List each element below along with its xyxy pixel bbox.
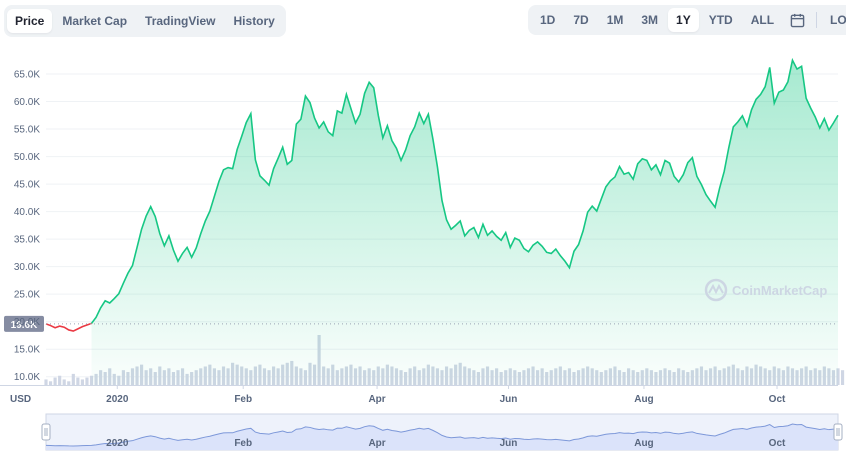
volume-bar (58, 375, 62, 385)
currency-label: USD (10, 394, 31, 405)
volume-bar (44, 379, 48, 385)
y-tick-label: 35.0K (14, 235, 40, 246)
navigator-left-handle[interactable] (41, 423, 51, 441)
x-tick-label: Aug (634, 394, 653, 405)
handle-body[interactable] (41, 423, 51, 441)
y-tick-label: 50.0K (14, 152, 40, 163)
y-tick-label: 15.0K (14, 345, 40, 356)
x-tick-label: Feb (234, 394, 252, 405)
x-tick-label: Oct (769, 394, 786, 405)
volume-bar (62, 379, 66, 385)
y-tick-label: 25.0K (14, 290, 40, 301)
volume-bar (71, 373, 75, 385)
x-tick-label: Apr (368, 394, 385, 405)
y-tick-label: 40.0K (14, 207, 40, 218)
y-tick-label: 20.0K (14, 317, 40, 328)
y-tick-label: 30.0K (14, 262, 40, 273)
navigator-x-label: Feb (234, 438, 252, 449)
navigator-x-label: Aug (634, 438, 653, 449)
volume-bar (53, 377, 57, 385)
volume-bar (85, 377, 89, 385)
y-tick-label: 45.0K (14, 180, 40, 191)
y-tick-label: 55.0K (14, 125, 40, 136)
navigator-x-label: Jun (500, 438, 518, 449)
volume-bar (76, 377, 80, 385)
y-tick-label: 60.0K (14, 97, 40, 108)
navigator-right-handle[interactable] (833, 423, 843, 441)
navigator-x-label: Oct (769, 438, 786, 449)
y-tick-label: 10.0K (14, 372, 40, 383)
watermark-text: CoinMarketCap (732, 283, 827, 298)
handle-body[interactable] (833, 423, 843, 441)
volume-bar (80, 379, 84, 385)
navigator-x-label: 2020 (106, 438, 129, 449)
volume-bar (67, 381, 71, 385)
navigator-x-label: Apr (368, 438, 385, 449)
price-chart: 19.6K 65.0K60.0K55.0K50.0K45.0K40.0K35.0… (0, 57, 845, 451)
price-line-below-baseline (45, 322, 92, 332)
price-area-fill (91, 60, 839, 385)
x-tick-label: Jun (500, 394, 518, 405)
volume-bar (48, 381, 53, 385)
x-tick-label: 2020 (106, 394, 129, 405)
y-tick-label: 65.0K (14, 70, 40, 81)
volume-bar (840, 370, 845, 385)
